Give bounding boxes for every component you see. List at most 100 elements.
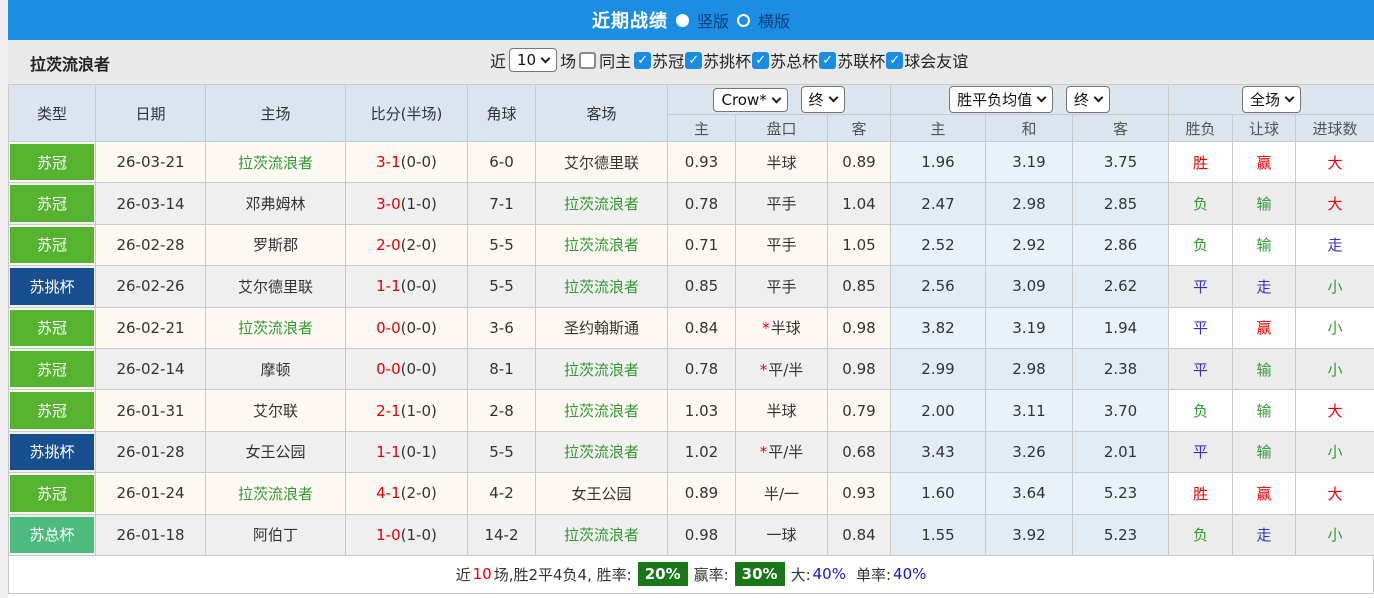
chevron-down-icon bbox=[1037, 93, 1047, 103]
handicap-home-odds-cell: 1.03 bbox=[668, 390, 736, 431]
corner-cell: 8-1 bbox=[468, 348, 536, 389]
league-type-cell: 苏冠 bbox=[9, 142, 96, 183]
handicap-home-odds-cell: 0.78 bbox=[668, 348, 736, 389]
vertical-layout-radio[interactable] bbox=[676, 14, 689, 27]
away-team-cell: 艾尔德里联 bbox=[536, 142, 668, 183]
win-odds-label: 赢率: bbox=[694, 564, 729, 585]
goals-result-cell: 大 bbox=[1296, 142, 1374, 183]
chevron-down-icon bbox=[541, 53, 551, 63]
home-team-cell: 拉茨流浪者 bbox=[206, 473, 346, 514]
goals-result-cell: 大 bbox=[1296, 473, 1374, 514]
avg-home-odds-cell: 2.52 bbox=[891, 224, 986, 265]
match-row: 苏冠26-03-21拉茨流浪者3-1(0-0)6-0艾尔德里联0.93半球0.8… bbox=[9, 142, 1374, 183]
result-cell: 胜 bbox=[1169, 473, 1233, 514]
score-cell: 1-0(1-0) bbox=[346, 514, 468, 555]
recent-results-panel: 近期战绩 竖版 横版 拉茨流浪者 近 10 场 同主 ✓苏冠✓苏挑杯✓苏总杯✓苏… bbox=[0, 0, 1374, 598]
league-checkbox-0[interactable]: ✓ bbox=[634, 52, 651, 69]
league-checkbox-3[interactable]: ✓ bbox=[819, 52, 836, 69]
horizontal-layout-label[interactable]: 横版 bbox=[758, 8, 790, 32]
score-cell: 3-1(0-0) bbox=[346, 142, 468, 183]
avg-odds-group-header: 胜平负均值 终 bbox=[891, 85, 1169, 115]
corner-cell: 14-2 bbox=[468, 514, 536, 555]
handicap-result-cell: 走 bbox=[1233, 266, 1296, 307]
avg-away-odds-cell: 2.62 bbox=[1073, 266, 1169, 307]
home-team-cell: 拉茨流浪者 bbox=[206, 142, 346, 183]
home-team-cell: 邓弗姆林 bbox=[206, 183, 346, 224]
goals-result-cell: 小 bbox=[1296, 431, 1374, 472]
avg-draw-odds-cell: 3.09 bbox=[986, 266, 1073, 307]
league-type-cell: 苏冠 bbox=[9, 348, 96, 389]
result-cell: 平 bbox=[1169, 307, 1233, 348]
odds-stage-select[interactable]: 终 bbox=[801, 86, 845, 113]
avg-home-odds-cell: 1.55 bbox=[891, 514, 986, 555]
avg-odds-select[interactable]: 胜平负均值 bbox=[949, 86, 1053, 113]
corner-cell: 5-5 bbox=[468, 224, 536, 265]
handicap-home-odds-cell: 0.98 bbox=[668, 514, 736, 555]
sub-result: 胜负 bbox=[1169, 115, 1233, 142]
handicap-result-cell: 走 bbox=[1233, 514, 1296, 555]
odds-company-select[interactable]: Crow* bbox=[713, 88, 787, 112]
goals-result-cell: 大 bbox=[1296, 183, 1374, 224]
match-row: 苏冠26-02-28罗斯郡2-0(2-0)5-5拉茨流浪者0.71平手1.052… bbox=[9, 224, 1374, 265]
away-team-cell: 拉茨流浪者 bbox=[536, 431, 668, 472]
date-cell: 26-02-26 bbox=[96, 266, 206, 307]
avg-draw-odds-cell: 3.26 bbox=[986, 431, 1073, 472]
goals-result-cell: 小 bbox=[1296, 514, 1374, 555]
games-label: 场 bbox=[560, 48, 576, 72]
date-cell: 26-03-21 bbox=[96, 142, 206, 183]
league-checkbox-1[interactable]: ✓ bbox=[685, 52, 702, 69]
avg-draw-odds-cell: 3.92 bbox=[986, 514, 1073, 555]
league-label-4: 球会友谊 bbox=[904, 48, 968, 72]
filter-bar: 拉茨流浪者 近 10 场 同主 ✓苏冠✓苏挑杯✓苏总杯✓苏联杯✓球会友谊 bbox=[8, 40, 1374, 84]
result-cell: 负 bbox=[1169, 224, 1233, 265]
score-cell: 1-1(0-0) bbox=[346, 266, 468, 307]
horizontal-layout-radio[interactable] bbox=[737, 14, 750, 27]
corner-cell: 7-1 bbox=[468, 183, 536, 224]
league-type-cell: 苏冠 bbox=[9, 390, 96, 431]
home-team-cell: 艾尔德里联 bbox=[206, 266, 346, 307]
avg-draw-odds-cell: 2.92 bbox=[986, 224, 1073, 265]
summary-near-label: 近 bbox=[456, 564, 471, 585]
league-type-cell: 苏冠 bbox=[9, 307, 96, 348]
handicap-home-odds-cell: 1.02 bbox=[668, 431, 736, 472]
col-corner: 角球 bbox=[468, 85, 536, 142]
handicap-result-cell: 输 bbox=[1233, 390, 1296, 431]
score-cell: 2-1(1-0) bbox=[346, 390, 468, 431]
corner-cell: 3-6 bbox=[468, 307, 536, 348]
handicap-line-cell: *平/半 bbox=[736, 348, 828, 389]
avg-home-odds-cell: 1.60 bbox=[891, 473, 986, 514]
score-cell: 1-1(0-1) bbox=[346, 431, 468, 472]
col-score: 比分(半场) bbox=[346, 85, 468, 142]
handicap-away-odds-cell: 0.68 bbox=[828, 431, 891, 472]
win-rate-badge: 20% bbox=[638, 562, 688, 586]
league-type-cell: 苏挑杯 bbox=[9, 431, 96, 472]
match-row: 苏冠26-01-24拉茨流浪者4-1(2-0)4-2女王公园0.89半/一0.9… bbox=[9, 473, 1374, 514]
home-team-cell: 罗斯郡 bbox=[206, 224, 346, 265]
match-count-select[interactable]: 10 bbox=[509, 48, 557, 72]
avg-home-odds-cell: 2.56 bbox=[891, 266, 986, 307]
panel-title: 近期战绩 bbox=[592, 7, 668, 33]
avg-away-odds-cell: 5.23 bbox=[1073, 514, 1169, 555]
league-checkbox-2[interactable]: ✓ bbox=[752, 52, 769, 69]
avg-draw-odds-cell: 2.98 bbox=[986, 183, 1073, 224]
handicap-away-odds-cell: 1.05 bbox=[828, 224, 891, 265]
chevron-down-icon bbox=[1093, 93, 1103, 103]
handicap-result-cell: 输 bbox=[1233, 431, 1296, 472]
avg-stage-select[interactable]: 终 bbox=[1066, 86, 1110, 113]
big-label: 大: bbox=[791, 564, 811, 585]
league-checkbox-4[interactable]: ✓ bbox=[886, 52, 903, 69]
avg-home-odds-cell: 2.47 bbox=[891, 183, 986, 224]
date-cell: 26-02-28 bbox=[96, 224, 206, 265]
handicap-result-cell: 输 bbox=[1233, 224, 1296, 265]
away-team-cell: 拉茨流浪者 bbox=[536, 390, 668, 431]
match-row: 苏总杯26-01-18阿伯丁1-0(1-0)14-2拉茨流浪者0.98一球0.8… bbox=[9, 514, 1374, 555]
scope-select[interactable]: 全场 bbox=[1242, 86, 1301, 113]
corner-cell: 2-8 bbox=[468, 390, 536, 431]
score-cell: 2-0(2-0) bbox=[346, 224, 468, 265]
handicap-home-odds-cell: 0.89 bbox=[668, 473, 736, 514]
handicap-result-cell: 赢 bbox=[1233, 307, 1296, 348]
vertical-layout-label[interactable]: 竖版 bbox=[697, 8, 729, 32]
same-home-checkbox[interactable] bbox=[579, 52, 596, 69]
corner-cell: 5-5 bbox=[468, 431, 536, 472]
league-label-3: 苏联杯 bbox=[837, 48, 885, 72]
